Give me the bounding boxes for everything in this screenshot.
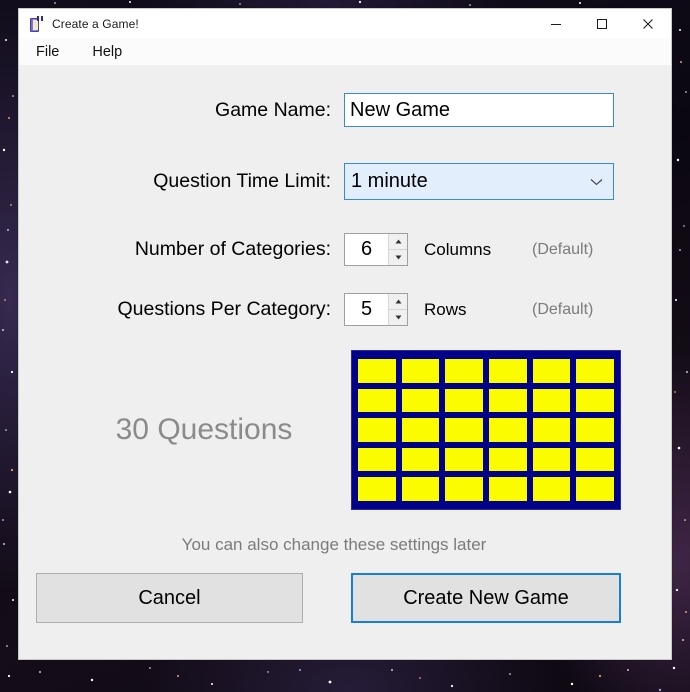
window-titlebar[interactable]: Create a Game!	[19, 9, 671, 38]
board-preview-tile	[358, 418, 396, 442]
categories-unit-label: Columns	[424, 239, 492, 259]
window-client-area: Game Name: Question Time Limit: 1 minute…	[19, 65, 671, 659]
board-preview-tile	[576, 388, 614, 413]
number-of-categories-input[interactable]	[345, 234, 388, 265]
board-preview-tile	[532, 359, 571, 383]
number-of-categories-stepper[interactable]	[344, 233, 408, 266]
number-of-categories-row: Number of Categories: Columns (Default)	[19, 233, 659, 266]
board-preview-tile	[532, 477, 571, 501]
categories-increment-icon[interactable]	[389, 234, 407, 250]
board-preview-tile	[445, 388, 483, 413]
create-a-game-window: Create a Game! File Help Game Name: New …	[18, 8, 672, 660]
questions-increment-icon[interactable]	[389, 294, 407, 310]
questions-decrement-icon[interactable]	[389, 310, 407, 325]
board-preview-tile	[401, 477, 440, 501]
board-preview-tile	[532, 388, 571, 413]
questions-default-note: (Default)	[532, 300, 594, 318]
window-controls	[533, 9, 671, 38]
window-title: Create a Game!	[52, 16, 139, 31]
question-time-limit-row: Question Time Limit: 1 minute	[19, 163, 635, 200]
desktop-wallpaper: Create a Game! File Help Game Name: New …	[0, 0, 690, 692]
questions-per-category-input[interactable]	[345, 294, 388, 325]
questions-count-label: 30 Questions	[115, 413, 293, 446]
board-preview-tile	[532, 418, 571, 442]
board-preview-tile	[532, 447, 571, 472]
close-icon[interactable]	[625, 9, 671, 38]
questions-per-category-stepper-buttons	[388, 294, 407, 325]
board-preview-tile	[576, 447, 614, 472]
board-preview-tile	[489, 477, 527, 501]
board-preview-tile	[576, 477, 614, 501]
number-of-categories-stepper-buttons	[388, 234, 407, 265]
question-time-limit-label: Question Time Limit:	[153, 170, 331, 192]
board-preview-tile	[445, 359, 483, 383]
questions-per-category-row: Questions Per Category: Rows (Default)	[19, 293, 659, 326]
minimize-icon[interactable]	[533, 9, 579, 38]
board-preview-tile	[489, 359, 527, 383]
board-preview-tile	[576, 418, 614, 442]
menu-item-help[interactable]: Help	[92, 44, 122, 60]
cancel-button[interactable]: Cancel	[36, 573, 303, 623]
board-preview-tile	[445, 477, 483, 501]
board-preview-tile	[401, 388, 440, 413]
create-new-game-button[interactable]: Create New Game	[351, 573, 621, 623]
question-time-limit-value: 1 minute	[351, 170, 428, 192]
board-preview-tile	[489, 388, 527, 413]
game-board-preview	[351, 350, 621, 510]
board-preview-tile	[489, 418, 527, 442]
game-name-label: Game Name:	[215, 98, 331, 121]
game-name-row: Game Name:	[19, 93, 635, 127]
board-preview-tile	[358, 477, 396, 501]
categories-decrement-icon[interactable]	[389, 250, 407, 265]
board-preview-tile	[489, 447, 527, 472]
board-preview-tile	[445, 447, 483, 472]
chevron-down-icon	[590, 177, 603, 186]
number-of-categories-label: Number of Categories:	[134, 238, 331, 260]
board-preview-tile	[576, 359, 614, 383]
board-preview-tile	[358, 388, 396, 413]
board-preview-tile	[358, 359, 396, 383]
board-preview-tile	[445, 418, 483, 442]
menubar: File Help	[19, 38, 671, 65]
game-name-input[interactable]	[344, 93, 614, 127]
app-window-icon	[27, 15, 45, 33]
menu-item-file[interactable]: File	[36, 44, 59, 60]
board-preview-tile	[358, 447, 396, 472]
question-time-limit-select[interactable]: 1 minute	[344, 163, 614, 200]
questions-per-category-label: Questions Per Category:	[117, 298, 331, 320]
settings-hint-text: You can also change these settings later	[181, 535, 487, 554]
board-preview-tile	[401, 359, 440, 383]
categories-default-note: (Default)	[532, 240, 594, 258]
board-preview-tile	[401, 418, 440, 442]
questions-per-category-stepper[interactable]	[344, 293, 408, 326]
maximize-icon[interactable]	[579, 9, 625, 38]
board-preview-tile	[401, 447, 440, 472]
questions-unit-label: Rows	[424, 299, 467, 319]
